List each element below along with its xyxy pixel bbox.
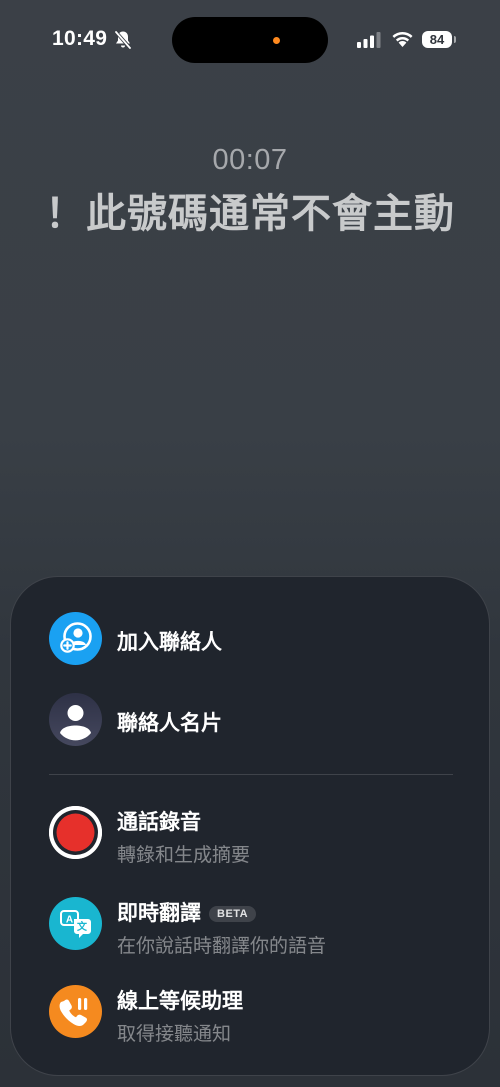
caller-label-marquee: ！此號碼通常不會主動: [45, 188, 457, 244]
clock: 10:49: [52, 27, 108, 50]
bell-off-icon: [114, 30, 132, 50]
hold-assist-label: 線上等候助理: [117, 989, 243, 1013]
live-translate-label: 即時翻譯 BETA: [117, 897, 257, 927]
battery-tip: [454, 36, 456, 43]
mic-indicator: [273, 37, 280, 44]
svg-text:文: 文: [77, 920, 88, 933]
contact-card-icon: [49, 693, 102, 746]
caller-label: ！此號碼通常不會主動: [45, 191, 455, 237]
hold-assist-item[interactable]: 線上等候助理 取得接聽通知: [49, 985, 469, 1045]
contact-card-label: 聯絡人名片: [117, 711, 222, 735]
hold-assist-icon: [49, 985, 102, 1038]
wifi-icon: [392, 31, 413, 47]
battery-level: 84: [422, 31, 452, 48]
dynamic-island: [172, 17, 328, 63]
live-translate-subtitle: 在你說話時翻譯你的語音: [117, 935, 327, 957]
call-timer: 00:07: [212, 144, 288, 176]
call-recording-subtitle: 轉錄和生成摘要: [117, 844, 251, 866]
section-divider: [49, 774, 453, 775]
live-translate-item[interactable]: A 文 即時翻譯 BETA 在你說話時翻譯你的語音: [49, 897, 469, 957]
call-recording-label: 通話錄音: [117, 810, 201, 834]
cellular-signal-icon: [357, 32, 381, 48]
add-contact-item[interactable]: 加入聯絡人: [49, 612, 469, 668]
beta-badge: BETA: [209, 906, 257, 922]
contact-card-item[interactable]: 聯絡人名片: [49, 693, 469, 749]
status-bar: 10:49 84: [0, 0, 500, 84]
svg-text:A: A: [66, 915, 73, 926]
live-translate-title: 即時翻譯: [117, 901, 201, 925]
hold-assist-subtitle: 取得接聽通知: [117, 1023, 232, 1045]
call-recording-item[interactable]: 通話錄音 轉錄和生成摘要: [49, 806, 469, 866]
add-contact-icon: [49, 612, 102, 665]
translate-icon: A 文: [49, 897, 102, 950]
call-actions-sheet: 加入聯絡人 聯絡人名片 通話錄音 轉錄和生成摘要 A 文 即時翻譯 BETA 在…: [10, 576, 490, 1076]
record-icon: [49, 806, 102, 859]
add-contact-label: 加入聯絡人: [117, 630, 222, 654]
